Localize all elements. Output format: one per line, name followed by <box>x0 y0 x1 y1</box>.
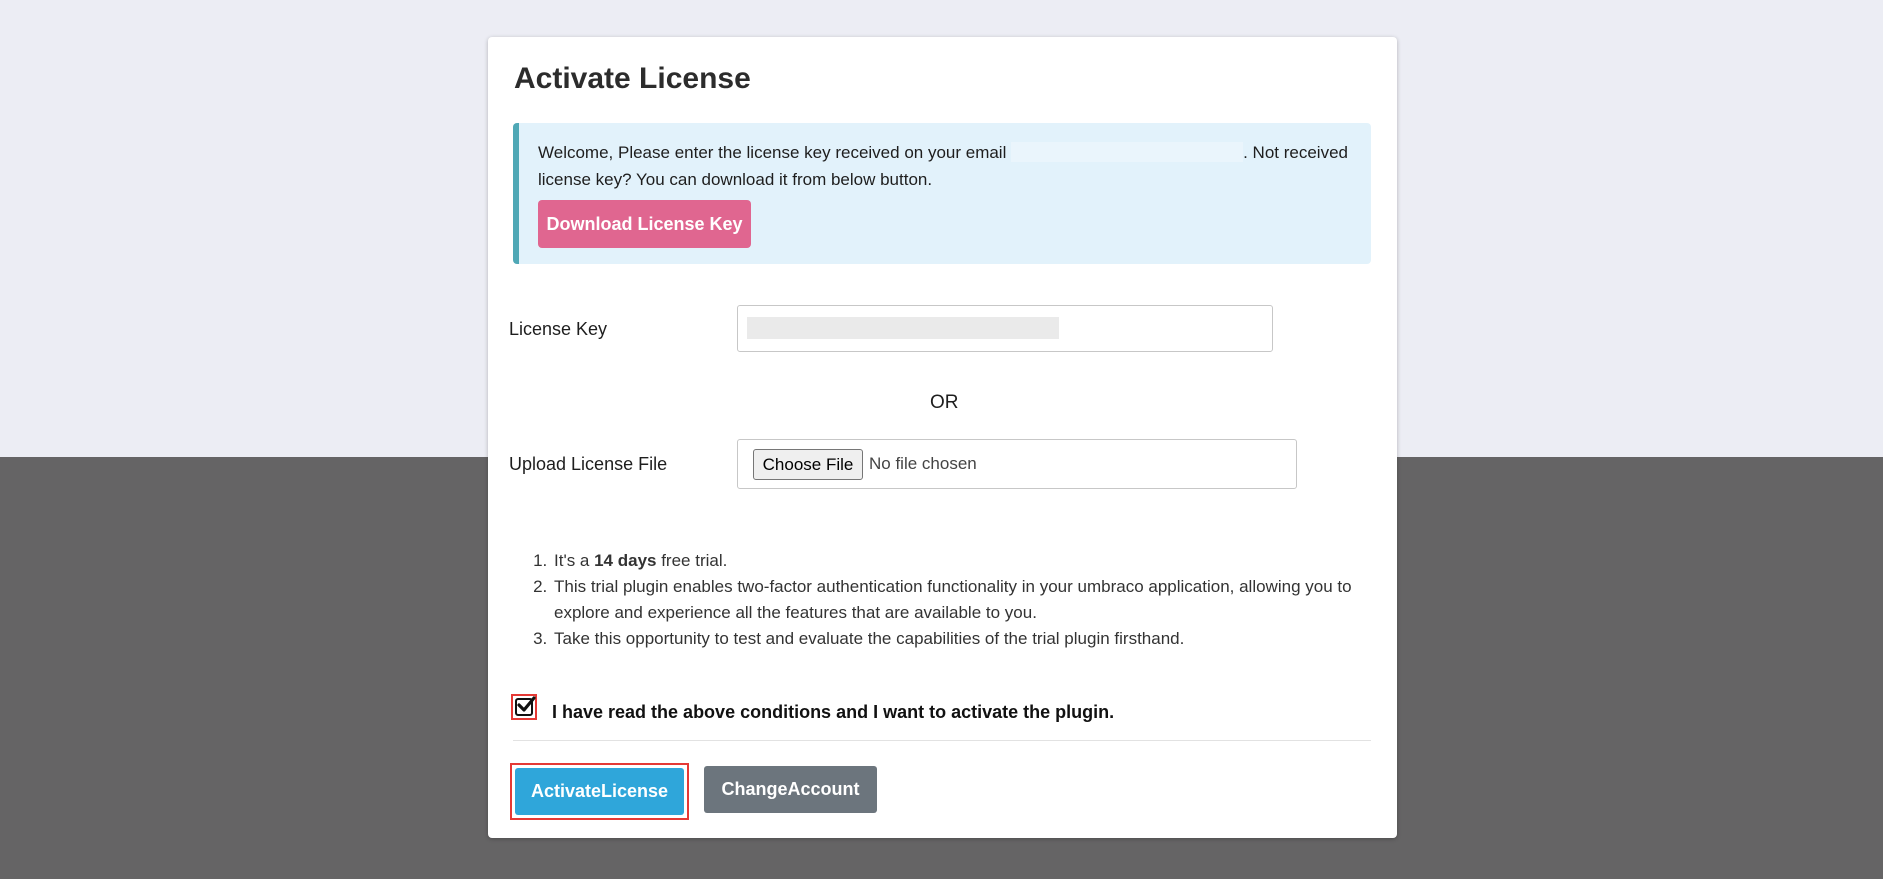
footer-divider <box>513 740 1371 741</box>
trial-duration: 14 days <box>594 551 657 570</box>
agree-checkbox-label[interactable]: I have read the above conditions and I w… <box>552 702 1114 723</box>
change-account-button[interactable]: ChangeAccount <box>704 766 877 813</box>
info-alert: Welcome, Please enter the license key re… <box>513 123 1371 264</box>
checkmark-icon <box>517 696 536 712</box>
or-separator: OR <box>930 392 959 413</box>
condition-item-3: Take this opportunity to test and evalua… <box>552 626 1392 652</box>
alert-text-before-email: Welcome, Please enter the license key re… <box>538 143 1012 162</box>
agree-checkbox[interactable] <box>511 694 537 720</box>
license-key-label: License Key <box>509 319 608 339</box>
condition-1-text-end: free trial. <box>656 551 728 570</box>
activate-license-dialog: Activate License Welcome, Please enter t… <box>488 37 1397 838</box>
dialog-title: Activate License <box>514 62 751 95</box>
download-license-key-button[interactable]: Download License Key <box>538 200 751 248</box>
condition-item-1: It's a 14 days free trial. <box>552 548 1392 574</box>
upload-license-file-label: Upload License File <box>509 454 668 474</box>
condition-1-text: It's a <box>554 551 595 570</box>
file-status: No file chosen <box>869 454 977 473</box>
activate-license-button[interactable]: ActivateLicense <box>515 768 684 815</box>
condition-item-2: This trial plugin enables two-factor aut… <box>552 574 1392 626</box>
license-file-input[interactable]: Choose File No file chosen <box>737 439 1297 489</box>
redacted-license-key <box>747 317 1059 339</box>
choose-file-button[interactable]: Choose File <box>753 449 863 480</box>
license-key-input[interactable] <box>737 305 1273 352</box>
alert-message: Welcome, Please enter the license key re… <box>538 139 1368 193</box>
redacted-email <box>1011 142 1244 162</box>
activate-button-highlight: ActivateLicense <box>510 763 689 820</box>
trial-conditions-list: It's a 14 days free trial. This trial pl… <box>536 548 1392 652</box>
